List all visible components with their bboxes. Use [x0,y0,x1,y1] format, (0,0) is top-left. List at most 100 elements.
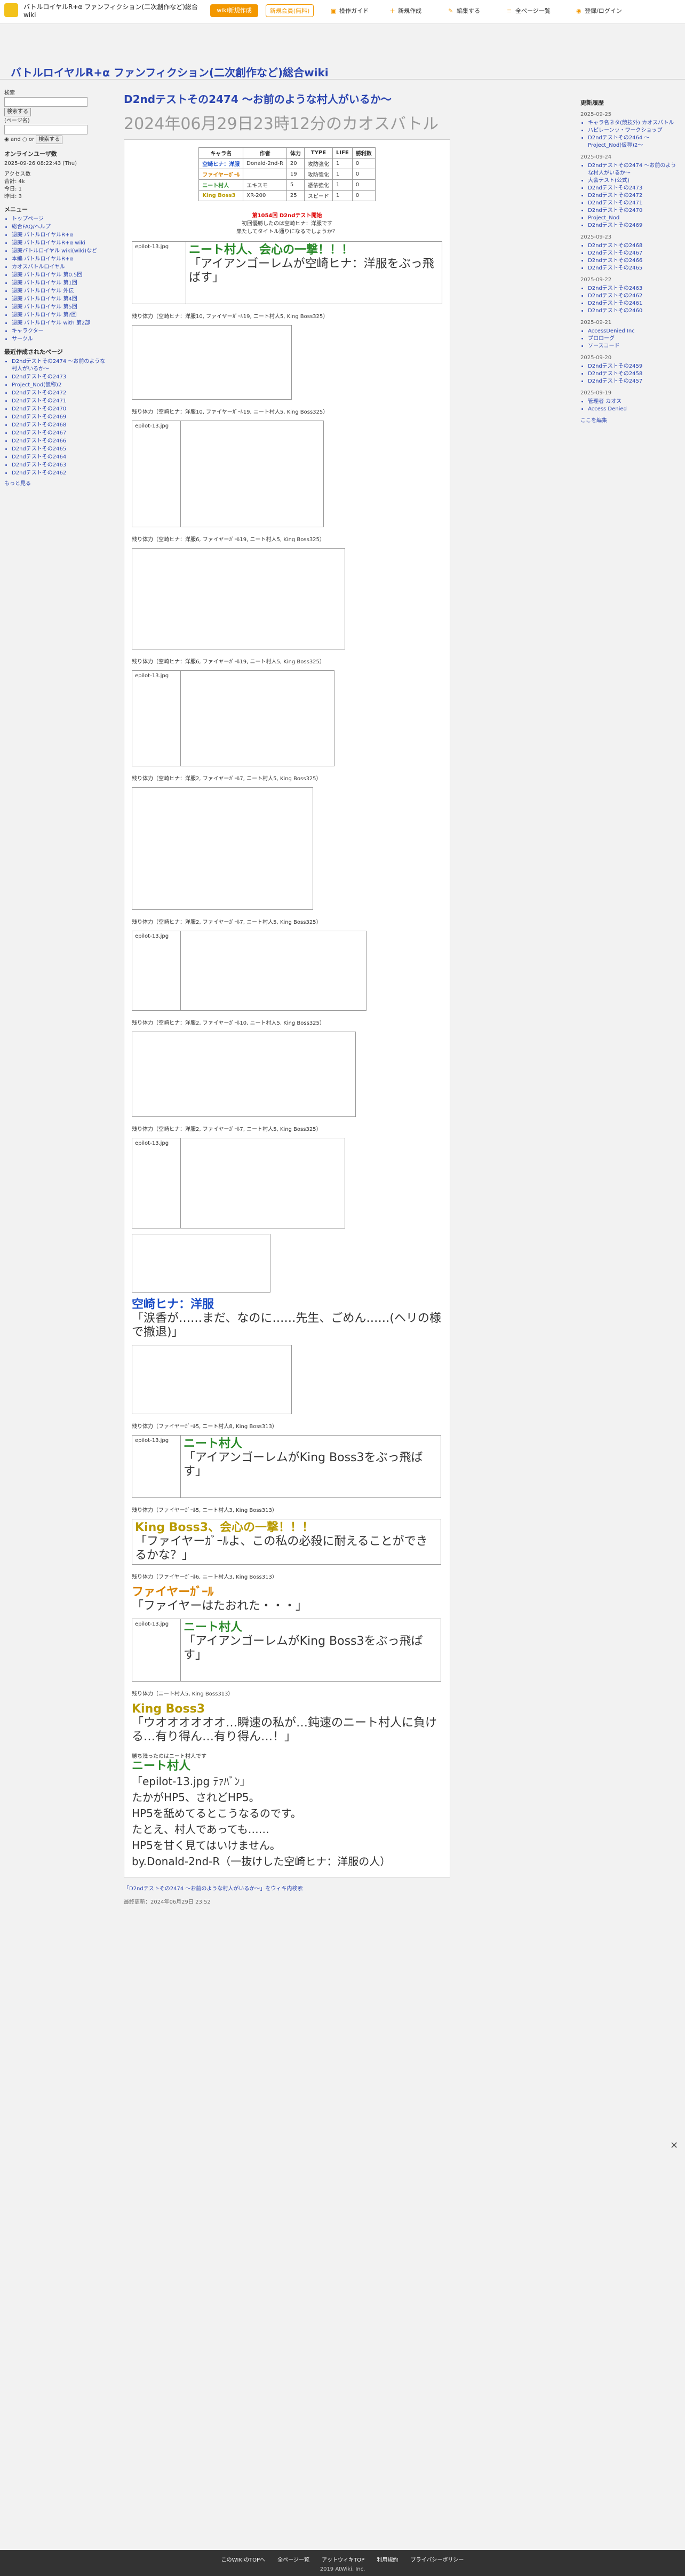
menu-list: トップページ 総合FAQ/ヘルプ 退廃 バトルロイヤルR+α 退廃 バトルロイヤ… [4,216,106,343]
history-item[interactable]: 大会テスト(公式) [588,177,676,185]
menu-item[interactable]: 退廃 バトルロイヤル with 第2部 [12,320,106,327]
character-image: epilot-13.jpg [132,241,186,304]
wiki-title[interactable]: バトルロイヤルR+α ファンフィクション(二次創作など)総合wiki [11,64,329,80]
battle-text: ニート村人、会心の一撃！！！ 「アイアンゴーレムが空崎ヒナ：洋服をぶっ飛ばす」 [186,241,442,304]
footer-link[interactable]: 全ページ一覧 [277,2557,309,2563]
character-image: epilot-13.jpg [132,1138,181,1228]
menu-item[interactable]: 退廃 バトルロイヤル 第5回 [12,304,106,311]
menu-item[interactable]: 退廃 バトルロイヤル 第0.5回 [12,272,106,279]
history-item[interactable]: プロローグ [588,335,676,343]
recent-item[interactable]: D2ndテストその2463 [12,462,106,469]
search-button[interactable]: 検索する [4,108,31,116]
all-pages-link[interactable]: ≡ 全ページ一覧 [507,6,551,15]
history-item[interactable]: D2ndテストその2462 [588,292,676,300]
and-radio[interactable]: ◉ and [4,137,21,142]
atwiki-logo-icon[interactable] [4,3,18,17]
menu-item[interactable]: カオスバトルロイヤル [12,264,106,271]
search-page-link[interactable]: 「D2ndテストその2474 〜お前のような村人がいるか〜」をウィキ内検索 [124,1884,572,1892]
menu-title: メニュー [4,206,28,213]
history-item[interactable]: 管理者 カオス [588,398,676,406]
recent-item[interactable]: D2ndテストその2471 [12,398,106,405]
history-item[interactable]: D2ndテストその2457 [588,378,676,385]
history-item[interactable]: D2ndテストその2464 〜Project_Nod(仮称)2〜 [588,134,676,149]
edit-history-link[interactable]: ここを編集 [580,417,676,425]
history-item[interactable]: Access Denied [588,406,676,413]
battle-box [132,787,313,910]
new-page-link[interactable]: ＋新規作成 [389,6,421,15]
list-icon: ≡ [507,7,512,14]
recent-item[interactable]: D2ndテストその2469 [12,414,106,421]
recent-item[interactable]: D2ndテストその2462 [12,470,106,477]
history-item[interactable]: D2ndテストその2471 [588,200,676,207]
history-item[interactable]: キャラ名ネタ(競技外) カオスバトル [588,120,676,127]
history-item[interactable]: D2ndテストその2468 [588,242,676,250]
history-item[interactable]: D2ndテストその2470 [588,207,676,215]
menu-item[interactable]: キャラクター [12,328,106,335]
recent-item[interactable]: Project_Nod(仮称)2 [12,382,106,389]
menu-item[interactable]: 総合FAQ/ヘルプ [12,224,106,231]
history-item[interactable]: D2ndテストその2469 [588,222,676,229]
history-item[interactable]: D2ndテストその2463 [588,285,676,292]
recent-item[interactable]: D2ndテストその2467 [12,430,106,437]
left-sidebar: 検索 検索する (ページ名) ◉ and ○ or 検索する オンラインユーザ数… [4,90,106,488]
history-item[interactable]: D2ndテストその2458 [588,370,676,378]
menu-item[interactable]: 退廃バトルロイヤル wiki(wiki)など [12,248,106,255]
recent-item[interactable]: D2ndテストその2470 [12,406,106,413]
history-item[interactable]: D2ndテストその2461 [588,300,676,307]
menu-item[interactable]: 退廃 バトルロイヤルR+α wiki [12,240,106,247]
menu-item[interactable]: サークル [12,336,106,343]
history-item[interactable]: D2ndテストその2459 [588,363,676,370]
top-bar: バトルロイヤルR+α ファンフィクション(二次創作など)総合wiki wiki新… [0,0,685,24]
recent-item[interactable]: D2ndテストその2464 [12,454,106,461]
history-item[interactable]: D2ndテストその2466 [588,257,676,265]
footer-link[interactable]: プライバシーポリシー [411,2557,464,2563]
history-item[interactable]: D2ndテストその2467 [588,250,676,257]
menu-item[interactable]: トップページ [12,216,106,223]
history-item[interactable]: D2ndテストその2474 〜お前のような村人がいるか〜 [588,162,676,177]
menu-item[interactable]: 退廃 バトルロイヤル 第?回 [12,312,106,319]
recent-item[interactable]: D2ndテストその2474 〜お前のような村人がいるか〜 [12,358,106,373]
edit-link[interactable]: ✎ 編集する [448,6,480,15]
footer-link[interactable]: アットウィキTOP [322,2557,364,2563]
battle-box: epilot-13.jpg [132,931,367,1011]
history-item[interactable]: D2ndテストその2472 [588,192,676,200]
page-search-input[interactable] [4,125,87,134]
menu-item[interactable]: 退廃 バトルロイヤルR+α [12,232,106,239]
history-item[interactable]: D2ndテストその2465 [588,265,676,272]
history-title: 更新履歴 [580,99,604,106]
battle-box [132,1345,292,1414]
menu-item[interactable]: 退廃 バトルロイヤル 第1回 [12,280,106,287]
history-item[interactable]: D2ndテストその2460 [588,307,676,315]
battle-box: epilot-13.jpg ニート村人、会心の一撃！！！ 「アイアンゴーレムが空… [132,241,442,304]
more-recent-link[interactable]: もっと見る [4,480,106,488]
or-radio[interactable]: ○ or [22,137,34,142]
menu-item[interactable]: 退廃 バトルロイヤル 第4回 [12,296,106,303]
search-input[interactable] [4,97,87,107]
history-item[interactable]: Project_Nod [588,215,676,222]
history-item[interactable]: AccessDenied Inc [588,328,676,335]
recent-item[interactable]: D2ndテストその2473 [12,374,106,381]
recent-item[interactable]: D2ndテストその2468 [12,422,106,429]
last-updated: 最終更新：2024年06月29日 23:52 [124,1899,211,1905]
user-icon: ◉ [576,7,582,14]
footer-link[interactable]: 利用規約 [377,2557,398,2563]
guide-link[interactable]: ▣ 操作ガイド [331,6,369,15]
close-icon[interactable]: ✕ [670,2140,678,2151]
history-item[interactable]: ソースコード [588,343,676,350]
new-member-button[interactable]: 新規会員(無料) [266,4,314,17]
footer-link[interactable]: このWIKIのTOPへ [221,2557,265,2563]
login-link[interactable]: ◉ 登録/ログイン [576,6,622,15]
menu-item[interactable]: 退廃 バトルロイヤル 外伝 [12,288,106,295]
turn-status: 残り体力（ニート村人5, King Boss313） [132,1691,234,1697]
character-image: epilot-13.jpg [132,670,181,766]
history-item[interactable]: D2ndテストその2473 [588,185,676,192]
search-button-2[interactable]: 検索する [36,136,63,144]
battle-text: ニート村人 「アイアンゴーレムがKing Boss3をぶっ飛ばす」 [180,1435,441,1498]
site-name[interactable]: バトルロイヤルR+α ファンフィクション(二次創作など)総合wiki [23,3,205,19]
wiki-create-button[interactable]: wiki新規作成 [210,4,258,17]
menu-item[interactable]: 本編 バトルロイヤルR+α [12,256,106,263]
history-item[interactable]: ハピレーンッ・ワークショップ [588,127,676,134]
recent-item[interactable]: D2ndテストその2466 [12,438,106,445]
recent-item[interactable]: D2ndテストその2472 [12,390,106,397]
recent-item[interactable]: D2ndテストその2465 [12,446,106,453]
